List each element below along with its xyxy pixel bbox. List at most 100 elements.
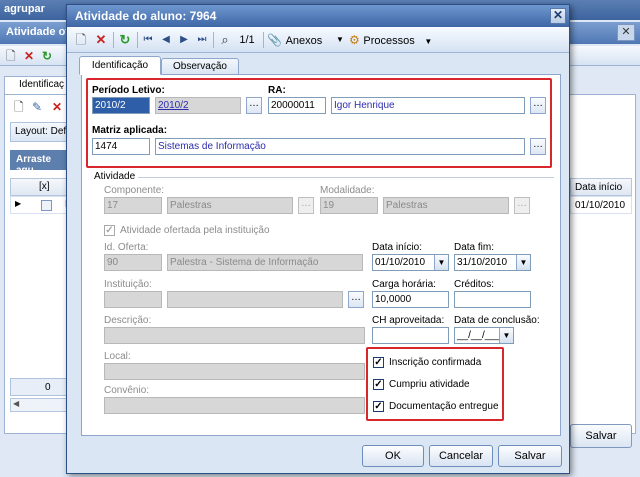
ra-label: RA: [268,85,286,96]
periodo-code-input[interactable]: 2010/2 [92,97,150,114]
instituicao-lookup-button[interactable]: … [348,291,364,308]
modalidade-name-input: Palestras [383,197,509,214]
tab-identificacao[interactable]: Identificação [79,56,161,75]
instituicao-label: Instituição: [104,279,152,290]
background-close-icon[interactable]: ✕ [617,24,635,41]
descricao-input [104,327,365,344]
search-icon[interactable]: ⌕ [217,31,233,49]
local-input [104,363,365,380]
matriz-name-input[interactable]: Sistemas de Informação [155,138,525,155]
creditos-label: Créditos: [454,279,495,290]
modalidade-code-input: 19 [320,197,378,214]
carga-horaria-input[interactable]: 10,0000 [372,291,449,308]
background-new-icon[interactable]: 🗋 [6,49,16,63]
refresh-icon[interactable]: ↻ [117,31,133,49]
data-fim-label: Data fim: [454,242,495,253]
background-delete-icon[interactable]: ✕ [24,49,34,63]
dialog-close-icon[interactable]: ✕ [550,8,566,24]
background-panel-new-icon[interactable]: 🗋 [14,100,24,114]
componente-code-input: 17 [104,197,162,214]
componente-name-input: Palestras [167,197,293,214]
documentacao-label: Documentação entregue [389,401,499,412]
identification-panel: Período Letivo: 2010/2 2010/2 … RA: 2000… [81,74,561,436]
record-counter: 1/1 [239,34,255,46]
descricao-label: Descrição: [104,315,152,326]
cumpriu-checkbox[interactable]: ✓ [373,379,384,390]
data-conclusao-input[interactable]: __/__/____ ▼ [454,327,514,344]
ra-name-input[interactable]: Igor Henrique [331,97,525,114]
background-date-column-header[interactable]: Data início [570,178,632,196]
next-record-icon[interactable]: ▶ [177,31,191,49]
periodo-description-input[interactable]: 2010/2 [155,97,241,114]
oferta-label: Id. Oferta: [104,242,149,253]
data-conclusao-label: Data de conclusão: [454,315,540,326]
background-check-column: [x] [39,181,50,192]
background-horizontal-scrollbar[interactable]: ◀ [10,398,74,412]
background-refresh-icon[interactable]: ↻ [42,49,52,63]
oferta-code-input: 90 [104,254,162,271]
background-layout-label: Layout: [15,126,48,137]
data-fim-value: 31/10/2010 [457,257,508,268]
convenio-input [104,397,365,414]
ofertada-label: Atividade ofertada pela instituição [120,225,270,236]
last-record-icon[interactable]: ⏭ [195,31,209,49]
inscricao-checkbox[interactable]: ✓ [373,357,384,368]
first-record-icon[interactable]: ⏮ [141,31,155,49]
periodo-lookup-button[interactable]: … [246,97,262,114]
ch-aproveitada-label: CH aproveitada: [372,315,445,326]
modalidade-lookup-button: … [514,197,530,214]
background-table-row[interactable]: ▶ F [10,196,74,214]
delete-record-icon[interactable]: ✕ [93,31,109,49]
matriz-code-input[interactable]: 1474 [92,138,150,155]
attachments-button[interactable]: 📎 Anexos [267,31,327,49]
data-fim-dropdown-icon[interactable]: ▼ [516,255,530,270]
processes-dropdown-icon: ▼ [424,37,433,46]
background-tab-identificacao[interactable]: Identificaç [4,76,74,94]
instituicao-code-input [104,291,162,308]
background-date-cell: 01/10/2010 [570,196,632,214]
background-panel-edit-icon[interactable]: ✎ [32,100,42,114]
background-panel-delete-icon[interactable]: ✕ [52,100,62,114]
tab-observacao[interactable]: Observação [161,58,239,75]
previous-record-icon[interactable]: ◀ [159,31,173,49]
ofertada-checkbox: ✓ [104,225,115,236]
ch-aproveitada-input[interactable] [372,327,449,344]
background-row-checkbox[interactable] [41,200,52,211]
cumpriu-label: Cumpriu atividade [389,379,470,390]
creditos-input[interactable] [454,291,531,308]
convenio-label: Convênio: [104,385,150,396]
attachments-label: Anexos [285,35,323,47]
attachments-dropdown-icon[interactable]: ▼ [335,31,345,49]
documentacao-checkbox[interactable]: ✓ [373,401,384,412]
background-summary-cell: 0 [10,378,74,396]
ra-code-input[interactable]: 20000011 [268,97,326,114]
save-button[interactable]: Salvar [498,445,562,467]
dialog-title: Atividade do aluno: 7964 [67,5,569,27]
ok-button[interactable]: OK [362,445,424,467]
background-layout-bar[interactable]: Layout: Def [10,122,74,142]
componente-label: Componente: [104,185,165,196]
matriz-lookup-button[interactable]: … [530,138,546,155]
local-label: Local: [104,351,131,362]
paperclip-icon: 📎 [267,33,282,47]
oferta-name-input: Palestra - Sistema de Informação [167,254,363,271]
ra-lookup-button[interactable]: … [530,97,546,114]
data-inicio-dropdown-icon[interactable]: ▼ [434,255,448,270]
data-fim-input[interactable]: 31/10/2010 ▼ [454,254,531,271]
new-record-icon[interactable]: 🗋 [73,31,89,49]
processes-button[interactable]: ⚙ Processos ▼ [349,31,435,49]
matriz-label: Matriz aplicada: [92,125,168,136]
scroll-left-icon[interactable]: ◀ [13,399,19,408]
processes-label: Processos [363,35,415,47]
background-save-button[interactable]: Salvar [570,424,632,448]
periodo-label: Período Letivo: [92,85,165,96]
cancel-button[interactable]: Cancelar [429,445,493,467]
data-inicio-input[interactable]: 01/10/2010 ▼ [372,254,449,271]
modalidade-label: Modalidade: [320,185,375,196]
data-conclusao-dropdown-icon[interactable]: ▼ [499,328,513,343]
activity-dialog: Atividade do aluno: 7964 ✕ 🗋 ✕ ↻ ⏮ ◀ ▶ ⏭… [66,4,570,474]
instituicao-name-input [167,291,343,308]
row-pointer-icon: ▶ [15,199,22,208]
background-layout-value: Def [50,126,67,137]
background-group-by-header: Arraste aqu [10,150,74,176]
